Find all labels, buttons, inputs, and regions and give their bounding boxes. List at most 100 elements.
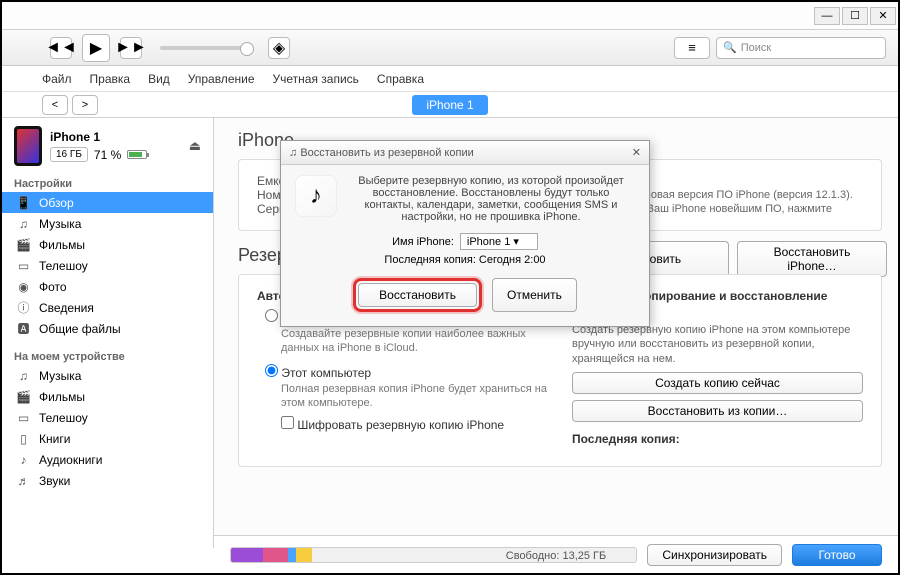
search-input[interactable]: 🔍 Поиск xyxy=(716,37,886,59)
dialog-last-backup: Последняя копия: Сегодня 2:00 xyxy=(295,254,635,266)
nav-back-button[interactable]: < xyxy=(42,95,68,115)
nav-forward-button[interactable]: > xyxy=(72,95,98,115)
prev-track-button[interactable]: ◄◄ xyxy=(50,37,72,59)
sidebar-item-label: Телешоу xyxy=(39,411,88,425)
music-app-icon: ♪ xyxy=(295,175,337,217)
sidebar-item[interactable]: 📱 Обзор xyxy=(2,192,213,213)
device-tab[interactable]: iPhone 1 xyxy=(412,95,487,115)
menu-controls[interactable]: Управление xyxy=(188,72,255,86)
backup-now-button[interactable]: Создать копию сейчас xyxy=(572,372,863,394)
sidebar-item-label: Фильмы xyxy=(39,238,85,252)
menu-file[interactable]: Файл xyxy=(42,72,72,86)
usage-segment xyxy=(231,548,263,562)
sidebar-item-label: Общие файлы xyxy=(39,322,121,336)
sidebar-item[interactable]: ♫Музыка xyxy=(2,365,213,386)
sidebar-item-label: Музыка xyxy=(39,369,81,383)
sidebar-item-label: Телешоу xyxy=(39,259,88,273)
minimize-button[interactable]: — xyxy=(814,7,840,25)
player-toolbar: ◄◄ ▶ ►► ◈ ≡ 🔍 Поиск xyxy=(2,30,898,66)
free-space-label: Свободно: 13,25 ГБ xyxy=(506,550,606,562)
sidebar-item[interactable]: 🎬 Фильмы xyxy=(2,386,213,407)
this-pc-help: Полная резервная копия iPhone будет хран… xyxy=(281,382,548,411)
encrypt-label: Шифровать резервную копию iPhone xyxy=(297,418,504,432)
close-button[interactable]: ✕ xyxy=(870,7,896,25)
sidebar-item-label: Фото xyxy=(39,280,67,294)
sidebar-item[interactable]: ♪ Аудиокниги xyxy=(2,449,213,470)
usage-segment xyxy=(288,548,296,562)
sidebar-item-icon: ◉ xyxy=(16,279,31,294)
device-header: iPhone 1 16 ГБ 71 % ⏏ xyxy=(2,118,213,174)
bottom-bar: Свободно: 13,25 ГБ Синхронизировать Гото… xyxy=(214,535,898,573)
sidebar-item-icon: ▭ xyxy=(16,410,31,425)
icloud-radio[interactable] xyxy=(265,309,278,322)
this-pc-label: Этот компьютер xyxy=(281,366,371,380)
menu-view[interactable]: Вид xyxy=(148,72,170,86)
sidebar-item-icon: 📱 xyxy=(16,195,31,210)
airplay-button[interactable]: ◈ xyxy=(268,37,290,59)
sidebar-item-icon: ▭ xyxy=(16,258,31,273)
done-button[interactable]: Готово xyxy=(792,544,882,566)
menu-edit[interactable]: Правка xyxy=(90,72,131,86)
restore-dialog: ♫ Восстановить из резервной копии ✕ ♪ Вы… xyxy=(280,140,650,327)
usage-segment xyxy=(296,548,312,562)
sidebar-item[interactable]: ◉ Фото xyxy=(2,276,213,297)
sidebar-item-label: Звуки xyxy=(39,474,70,488)
tab-bar: < > iPhone 1 xyxy=(2,92,898,118)
list-view-button[interactable]: ≡ xyxy=(674,37,710,59)
this-pc-radio[interactable] xyxy=(265,364,278,377)
device-name: iPhone 1 xyxy=(50,130,147,144)
dialog-restore-button[interactable]: Восстановить xyxy=(358,283,477,307)
sidebar-item-icon: 🎬 xyxy=(16,389,31,404)
sidebar-item[interactable]: ♬ Звуки xyxy=(2,470,213,491)
dialog-app-icon: ♫ xyxy=(289,147,297,159)
dialog-close-icon[interactable]: ✕ xyxy=(632,146,641,159)
volume-slider[interactable] xyxy=(160,46,250,50)
sidebar-item[interactable]: ▭ Телешоу xyxy=(2,407,213,428)
restore-from-backup-button[interactable]: Восстановить из копии… xyxy=(572,400,863,422)
battery-icon xyxy=(127,150,147,159)
sidebar-item-label: Фильмы xyxy=(39,390,85,404)
sidebar-item[interactable]: ⓘ Сведения xyxy=(2,297,213,318)
highlight-annotation: Восстановить xyxy=(353,278,482,312)
device-image-icon xyxy=(14,126,42,166)
last-backup-title: Последняя копия: xyxy=(572,432,863,446)
icloud-help: Создавайте резервные копии наиболее важн… xyxy=(281,327,548,356)
dialog-cancel-button[interactable]: Отменить xyxy=(492,278,577,312)
sidebar: iPhone 1 16 ГБ 71 % ⏏ Настройки 📱Обзор♫М… xyxy=(2,118,214,548)
sidebar-item-icon: ♬ xyxy=(16,473,31,488)
sync-button[interactable]: Синхронизировать xyxy=(647,544,782,566)
next-track-button[interactable]: ►► xyxy=(120,37,142,59)
menu-bar: Файл Правка Вид Управление Учетная запис… xyxy=(2,66,898,92)
sidebar-item-icon: ♫ xyxy=(16,216,31,231)
maximize-button[interactable]: ☐ xyxy=(842,7,868,25)
sidebar-item[interactable]: 🅰 Общие файлы xyxy=(2,318,213,339)
device-capacity: 16 ГБ xyxy=(50,147,88,162)
device-battery-pct: 71 % xyxy=(94,148,121,162)
sidebar-item-icon: 🅰 xyxy=(16,321,31,336)
sidebar-item[interactable]: 🎬Фильмы xyxy=(2,234,213,255)
menu-help[interactable]: Справка xyxy=(377,72,424,86)
menu-account[interactable]: Учетная запись xyxy=(273,72,359,86)
usage-segment xyxy=(263,548,287,562)
search-icon: 🔍 xyxy=(723,41,737,54)
sidebar-device-label: На моем устройстве xyxy=(2,347,213,365)
search-placeholder: Поиск xyxy=(741,42,771,54)
encrypt-checkbox[interactable] xyxy=(281,416,294,429)
sidebar-item[interactable]: ♫Музыка xyxy=(2,213,213,234)
sidebar-item-icon: ▯ xyxy=(16,431,31,446)
sidebar-settings-label: Настройки xyxy=(2,174,213,192)
sidebar-item-icon: ⓘ xyxy=(16,300,31,315)
dialog-titlebar: ♫ Восстановить из резервной копии ✕ xyxy=(281,141,649,165)
dialog-text: Выберите резервную копию, из которой про… xyxy=(347,175,635,223)
sidebar-item-label: Аудиокниги xyxy=(39,453,103,467)
sidebar-item-label: Сведения xyxy=(39,301,94,315)
restore-iphone-button[interactable]: Восстановить iPhone… xyxy=(737,241,887,277)
dialog-name-select[interactable]: iPhone 1 ▾ xyxy=(460,233,538,250)
sidebar-item-label: Обзор xyxy=(39,196,74,210)
sidebar-item[interactable]: ▭ Телешоу xyxy=(2,255,213,276)
sidebar-item[interactable]: ▯Книги xyxy=(2,428,213,449)
sidebar-item-icon: ♪ xyxy=(16,452,31,467)
eject-icon[interactable]: ⏏ xyxy=(189,138,201,154)
manual-help: Создать резервную копию iPhone на этом к… xyxy=(572,323,863,366)
play-button[interactable]: ▶ xyxy=(82,34,110,62)
